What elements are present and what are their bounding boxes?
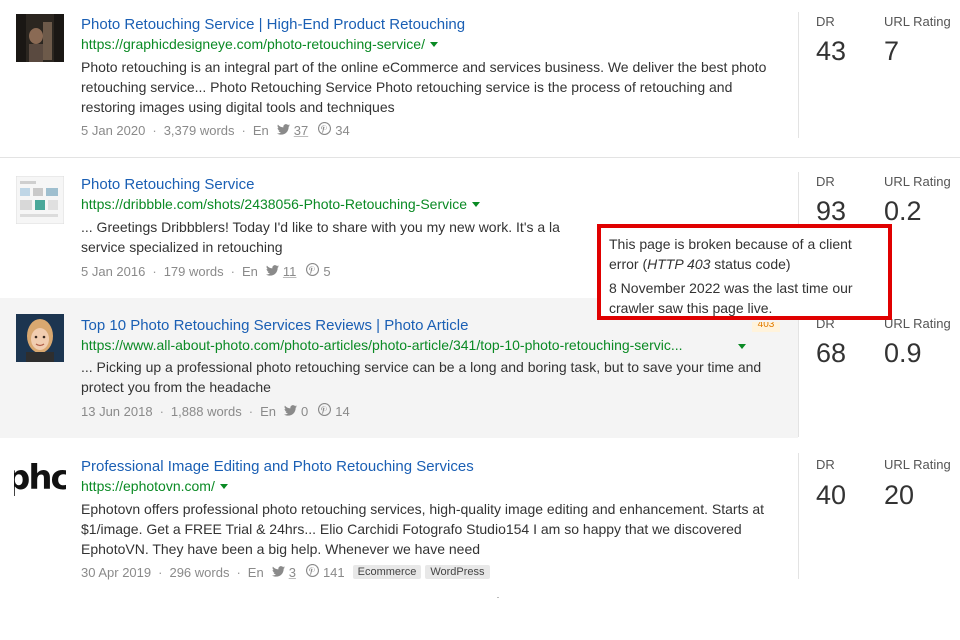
column-divider [798, 12, 799, 138]
result-row: phc Professional Image Editing and Photo… [0, 440, 960, 580]
pinterest-count[interactable]: 5 [323, 264, 330, 279]
divider-fragment [497, 597, 499, 598]
twitter-count[interactable]: 37 [294, 123, 308, 138]
pinterest-icon [306, 262, 320, 279]
result-title-link[interactable]: Photo Retouching Service | High-End Prod… [81, 16, 465, 33]
url-rating-value: 20 [884, 480, 915, 510]
result-meta: 30 Apr 2019 · 296 words · En 3 141 Ecommer… [81, 563, 490, 580]
twitter-count[interactable]: 3 [289, 565, 296, 580]
result-url-text[interactable]: https://ephotovn.com/ [81, 478, 215, 494]
tooltip-status-code: HTTP 403 [647, 256, 711, 272]
category-tag[interactable]: Ecommerce [352, 565, 422, 579]
pinterest-count[interactable]: 14 [335, 404, 349, 419]
tooltip-last-seen-text: 8 November 2022 was the last time our cr… [609, 280, 853, 316]
result-language: En [242, 263, 258, 279]
result-meta: 5 Jan 2020 · 3,379 words · En 37 34 [81, 121, 350, 138]
result-word-count: 1,888 words [170, 403, 242, 419]
dr-label: DR [816, 174, 835, 189]
result-metrics: DR 40 URL Rating 20 [798, 440, 960, 580]
result-date: 5 Jan 2016 [81, 263, 146, 279]
pinterest-icon [318, 402, 332, 419]
dr-value: 68 [816, 338, 847, 368]
column-divider [798, 453, 799, 579]
result-thumbnail[interactable] [16, 176, 64, 224]
twitter-icon [284, 404, 297, 419]
row-divider [0, 157, 960, 158]
chevron-down-icon[interactable] [429, 42, 438, 47]
twitter-icon [276, 123, 290, 138]
url-rating-value: 7 [884, 36, 900, 66]
dr-label: DR [816, 14, 835, 29]
url-rating-value: 0.2 [884, 196, 922, 226]
result-language: En [260, 403, 276, 419]
dr-label: DR [816, 457, 835, 472]
result-url-link[interactable]: https://dribbble.com/shots/2438056-Photo… [81, 196, 480, 212]
result-row: Photo Retouching Service | High-End Prod… [0, 0, 960, 140]
result-date: 30 Apr 2019 [81, 564, 152, 580]
pinterest-count[interactable]: 34 [335, 123, 349, 138]
result-date: 13 Jun 2018 [81, 403, 153, 419]
tooltip-error-text: This page is broken because of a client … [609, 236, 852, 272]
url-rating-label: URL Rating [884, 174, 951, 189]
result-date: 5 Jan 2020 [81, 122, 146, 138]
url-rating-value: 0.9 [884, 338, 922, 368]
result-url-link[interactable]: https://graphicdesigneye.com/photo-retou… [81, 36, 438, 52]
result-url-link[interactable]: https://www.all-about-photo.com/photo-ar… [81, 337, 683, 353]
chevron-down-icon[interactable] [219, 484, 228, 489]
result-word-count: 179 words [163, 263, 224, 279]
result-word-count: 296 words [169, 564, 230, 580]
dr-value: 43 [816, 36, 847, 66]
category-tag[interactable]: WordPress [425, 565, 490, 579]
url-rating-label: URL Rating [884, 457, 951, 472]
broken-page-tooltip: This page is broken because of a client … [597, 224, 892, 320]
result-thumbnail[interactable] [16, 314, 64, 362]
chevron-down-icon[interactable] [738, 344, 746, 349]
twitter-count[interactable]: 0 [301, 404, 308, 419]
pinterest-icon [305, 563, 319, 580]
result-snippet: Ephotovn offers professional photo retou… [81, 501, 765, 557]
dr-value: 93 [816, 196, 847, 226]
result-metrics: DR 43 URL Rating 7 [798, 0, 960, 140]
twitter-icon [271, 565, 285, 580]
result-snippet: ... Picking up a professional photo reto… [81, 359, 762, 395]
result-title-link[interactable]: Professional Image Editing and Photo Ret… [81, 458, 474, 475]
result-language: En [247, 564, 264, 580]
result-title-link[interactable]: Photo Retouching Service [81, 176, 254, 193]
result-logo[interactable]: phc [14, 458, 66, 498]
result-snippet: Photo retouching is an integral part of … [81, 59, 767, 115]
result-word-count: 3,379 words [163, 122, 235, 138]
column-divider [798, 313, 799, 437]
twitter-count[interactable]: 11 [283, 264, 297, 279]
http-status-badge[interactable]: 403 [752, 322, 780, 332]
url-rating-label: URL Rating [884, 316, 951, 331]
dr-value: 40 [816, 480, 847, 510]
result-url-text[interactable]: https://graphicdesigneye.com/photo-retou… [81, 36, 425, 52]
result-url-text[interactable]: https://dribbble.com/shots/2438056-Photo… [81, 196, 467, 212]
url-rating-label: URL Rating [884, 14, 951, 29]
result-meta: 5 Jan 2016 · 179 words · En 11 5 [81, 262, 331, 279]
result-url-link[interactable]: https://ephotovn.com/ [81, 478, 228, 494]
pinterest-count[interactable]: 141 [323, 565, 345, 580]
result-title-link[interactable]: Top 10 Photo Retouching Services Reviews… [81, 317, 468, 334]
result-meta: 13 Jun 2018 · 1,888 words · En 0 14 [81, 402, 350, 419]
chevron-down-icon[interactable] [472, 202, 480, 207]
twitter-icon [265, 264, 279, 279]
result-language: En [252, 122, 269, 138]
logo-text: phc [14, 458, 66, 498]
result-thumbnail[interactable] [16, 14, 64, 62]
pinterest-icon [318, 121, 332, 138]
